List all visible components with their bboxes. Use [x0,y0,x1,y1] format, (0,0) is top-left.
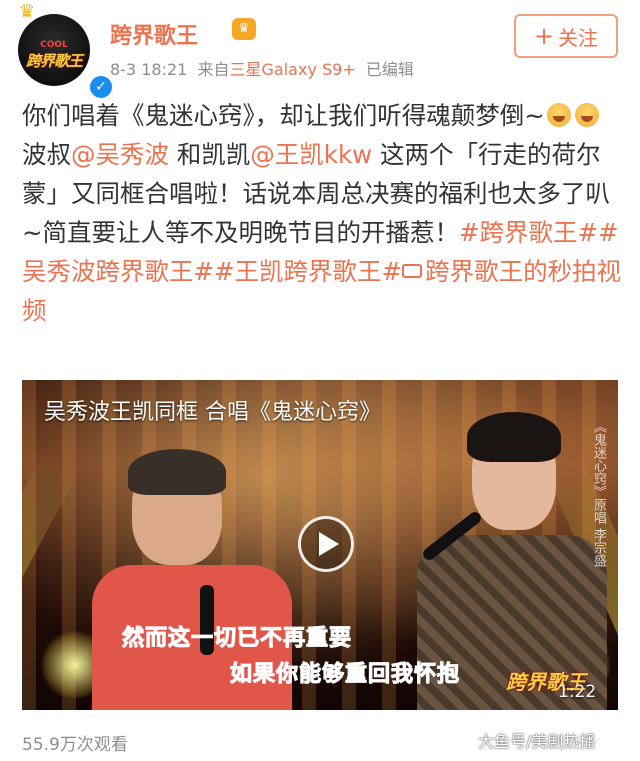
video-player[interactable]: 吴秀波王凯同框 合唱《鬼迷心窍》 《鬼迷心窍》原唱 李宗盛 然而这一切已不再重要… [22,380,618,710]
play-icon [319,532,339,556]
vip-crown-icon: ♛ [232,18,256,40]
edited-label: 已编辑 [365,60,414,79]
avatar[interactable]: COOL 跨界歌王 ✓ [18,14,114,100]
play-button[interactable] [298,516,354,572]
video-title: 吴秀波王凯同框 合唱《鬼迷心窍》 [44,400,381,425]
source-prefix: 来自 [197,60,230,79]
mention-link[interactable]: @王凯kkw [250,140,372,169]
crying-face-icon [546,103,571,127]
hashtag-link[interactable]: #跨界歌王# [459,218,598,247]
avatar-mini-text: COOL [40,39,68,50]
username[interactable]: 跨界歌王 [110,18,198,50]
avatar-logo-text: 跨界歌王 [25,51,83,70]
video-link-icon [402,264,423,278]
post-text-part: 你们唱着《鬼迷心窍》，却让我们听得魂颠梦倒~ [22,101,545,130]
crying-face-icon [574,103,599,127]
post-text-part: 和凯凯 [169,140,251,169]
hashtag-link[interactable]: #王凯跨界歌王# [214,257,402,286]
post-text-part: 波叔 [22,140,71,169]
plus-icon: + [533,22,555,50]
watermark: 大鱼号/美剧热播 [478,732,596,751]
crown-icon: ♛ [18,1,36,22]
lyric-subtitle-2: 如果你能够重回我怀抱 [229,662,461,688]
song-credit: 《鬼迷心窍》原唱 李宗盛 [591,420,606,568]
view-count: 55.9万次观看 [22,735,128,755]
post-date: 8-3 18:21 [110,60,188,79]
post-header: COOL 跨界歌王 ✓ ♛ 跨界歌王 ♛ 8-3 18:21 来自三星Galax… [0,0,640,100]
source-device-link[interactable]: 三星Galaxy S9+ [230,60,356,79]
follow-label: 关注 [558,25,599,50]
post-meta: 8-3 18:21 来自三星Galaxy S9+ 已编辑 [110,56,414,80]
follow-button[interactable]: + 关注 [514,14,618,58]
post-text: 你们唱着《鬼迷心窍》，却让我们听得魂颠梦倒~波叔@吴秀波 和凯凯@王凯kkw 这… [22,96,622,330]
mention-link[interactable]: @吴秀波 [71,140,169,169]
video-duration: 1:22 [558,682,597,702]
lyric-subtitle-1: 然而这一切已不再重要 [121,626,353,652]
